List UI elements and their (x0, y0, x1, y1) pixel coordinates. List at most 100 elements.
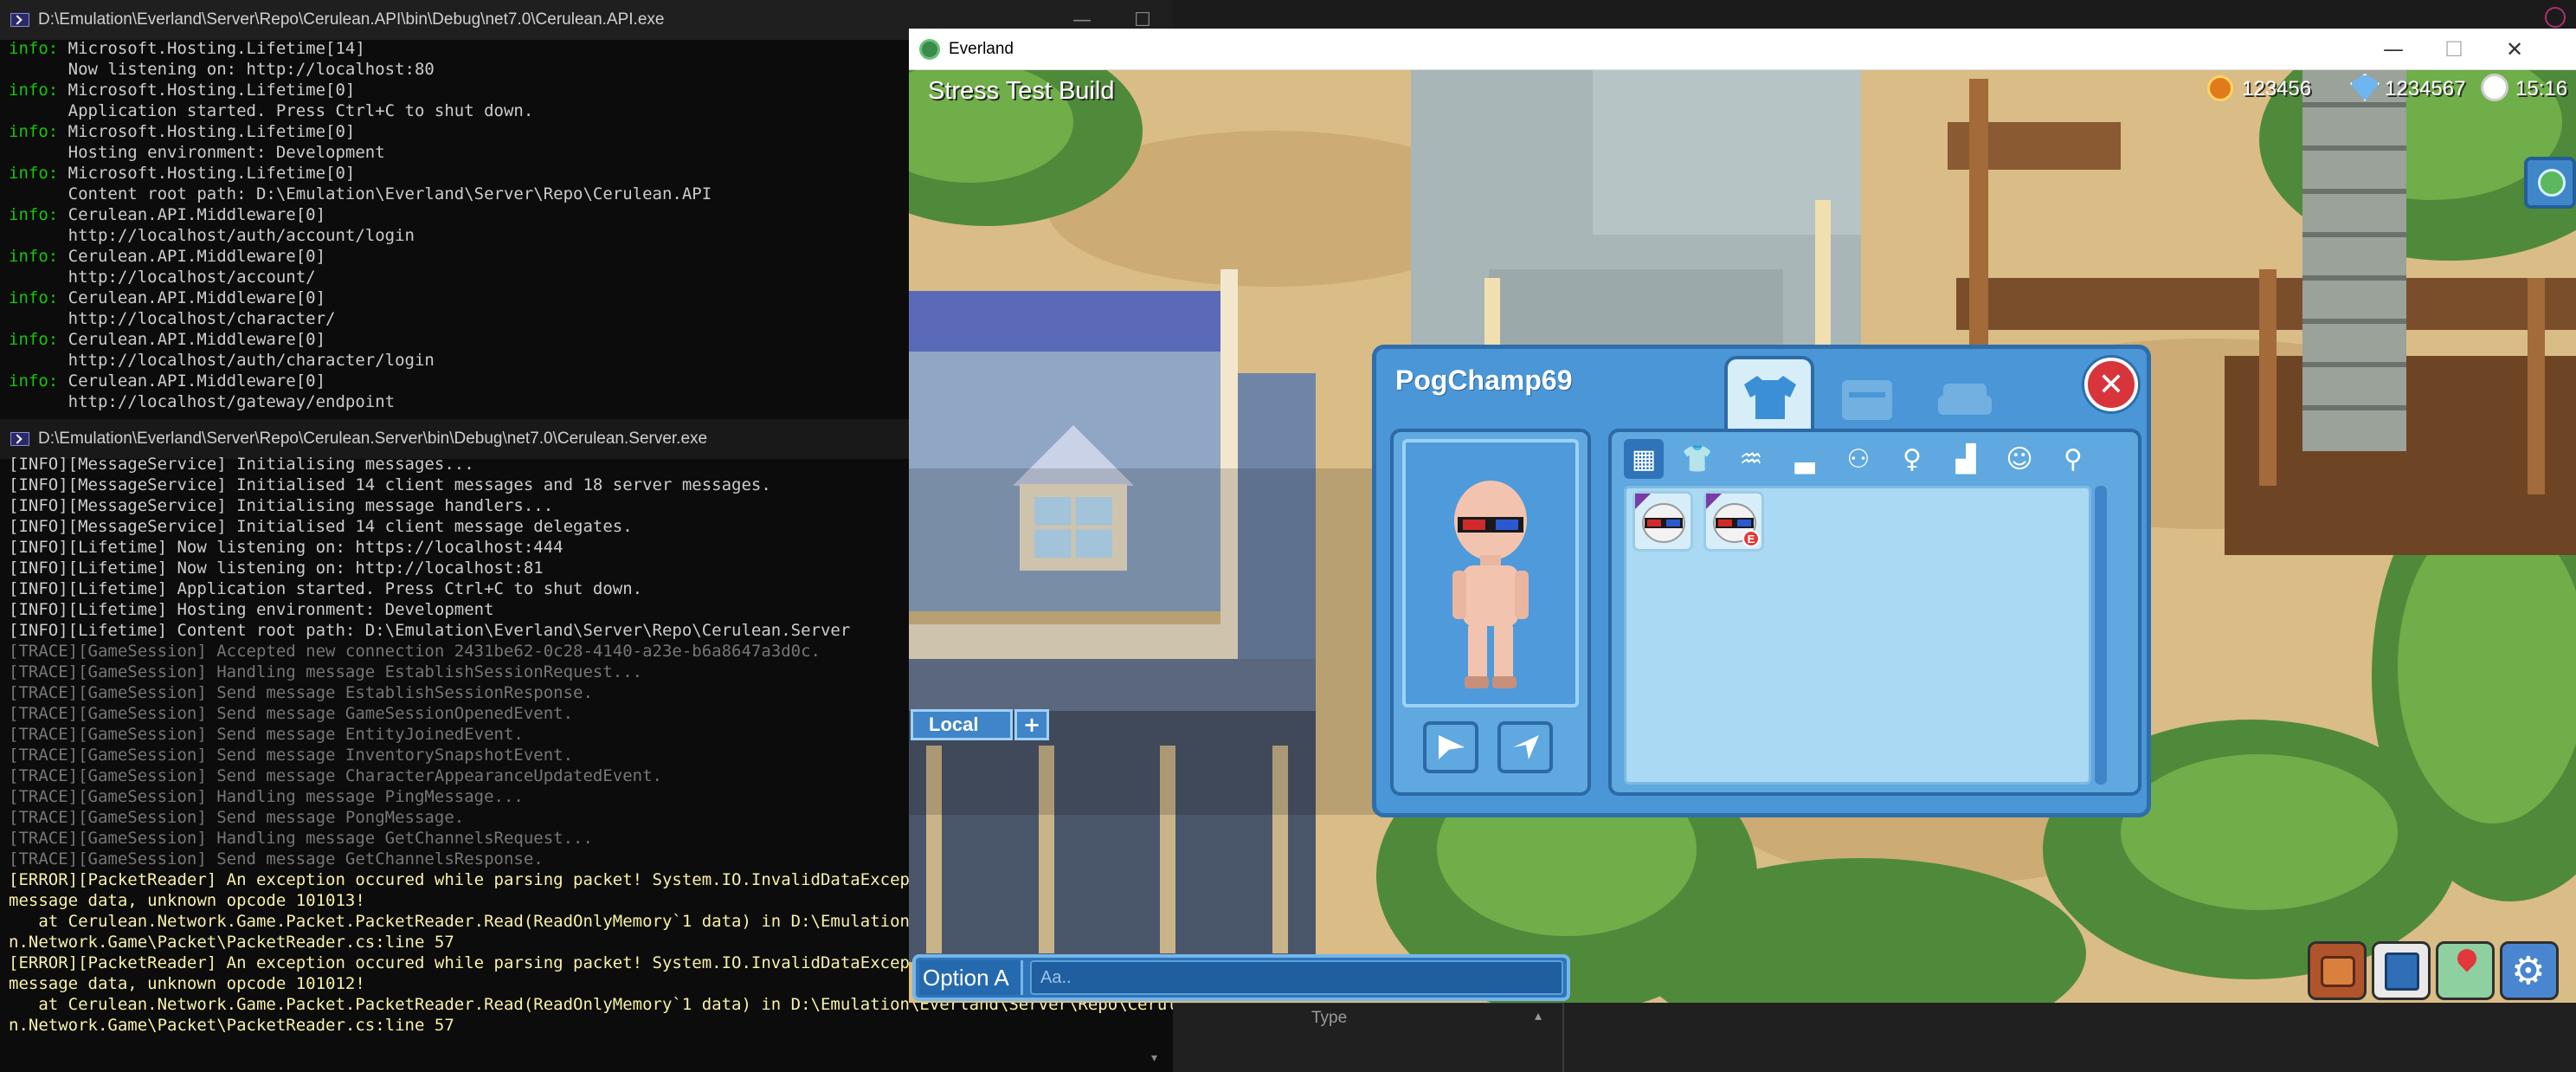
background-side-strip (1562, 1003, 2576, 1072)
item-list: E (1633, 491, 2083, 569)
close-icon: ✕ (2097, 366, 2125, 403)
game-window[interactable]: Everland — ☐ ✕ Stress Test Build 123456 … (909, 29, 2576, 1003)
game-titlebar[interactable]: Everland — ☐ ✕ (909, 29, 2576, 70)
log-text: Microsoft.Hosting.Lifetime[0] (58, 164, 356, 183)
add-chat-tab-button[interactable]: + (1014, 709, 1049, 740)
arrow-right-icon (1513, 735, 1539, 759)
console-line: http://localhost/character/ (9, 308, 712, 329)
sofa-icon (1938, 384, 1992, 415)
log-text: http://localhost/auth/character/login (9, 351, 435, 370)
face-icon[interactable]: ☺ (2000, 439, 2039, 479)
game-close-button[interactable]: ✕ (2484, 29, 2545, 70)
inventory-scrollbar[interactable] (2095, 486, 2107, 785)
time-display: 15:16 (2515, 77, 2568, 100)
build-label: Stress Test Build (928, 77, 1115, 105)
log-text: Cerulean.API.Middleware[0] (58, 247, 326, 266)
api-console-output: info: Microsoft.Hosting.Lifetime[14] Now… (9, 38, 712, 412)
log-text: Microsoft.Hosting.Lifetime[14] (58, 39, 365, 58)
game-window-title: Everland (949, 39, 1014, 58)
console-line: info: Cerulean.API.Middleware[0] (9, 246, 712, 267)
hat-icon[interactable]: ▟ (1946, 439, 1986, 479)
desktop-tray-icon[interactable] (2545, 7, 2566, 28)
console-line: Hosting environment: Development (9, 142, 712, 163)
log-text: Content root path: D:\Emulation\Everland… (9, 184, 712, 203)
log-text: http://localhost/gateway/endpoint (9, 392, 396, 411)
console-scroll-arrow[interactable]: ▾ (1151, 1051, 1157, 1065)
tab-clothing[interactable] (1724, 356, 1814, 436)
log-level-tag: info: (9, 288, 59, 307)
hair-icon[interactable]: ♀ (1892, 439, 1932, 479)
background-list-panel[interactable]: Type ▴ (1173, 1003, 1562, 1072)
world-map-button[interactable] (2524, 157, 2576, 209)
clock-icon (2481, 74, 2508, 101)
log-level-tag: info: (9, 39, 59, 58)
wardrobe-panel[interactable]: PogChamp69 ✕ ▦ 👕 ♒ ▃ ⚇ ♀ ▟ ☺ ⚲ E (1372, 345, 2151, 817)
console-line: http://localhost/gateway/endpoint (9, 391, 712, 412)
log-text: Cerulean.API.Middleware[0] (58, 371, 326, 391)
glasses-icon[interactable]: ⚇ (1839, 439, 1878, 479)
search-icon[interactable]: ⚲ (2053, 439, 2093, 479)
log-text: Cerulean.API.Middleware[0] (58, 330, 326, 349)
log-text: Cerulean.API.Middleware[0] (58, 288, 326, 307)
log-text: http://localhost/character/ (9, 309, 336, 328)
console-line: info: Microsoft.Hosting.Lifetime[0] (9, 80, 712, 100)
3d-glasses-icon (1642, 503, 1685, 543)
type-column-header[interactable]: Type (1311, 1009, 1347, 1028)
log-text: Microsoft.Hosting.Lifetime[0] (58, 81, 356, 100)
rotate-right-button[interactable] (1497, 721, 1553, 773)
chat-option-label: Option A (923, 964, 1009, 991)
chat-input-placeholder: Aa.. (1040, 967, 1072, 987)
console-line: Application started. Press Ctrl+C to shu… (9, 100, 712, 121)
console-line: http://localhost/auth/character/login (9, 350, 712, 371)
shirt-icon[interactable]: 👕 (1678, 439, 1717, 479)
chest-icon (1842, 380, 1892, 420)
console-icon (10, 13, 29, 27)
log-text: Now listening on: http://localhost:80 (9, 60, 435, 79)
log-level-tag: info: (9, 81, 59, 100)
chat-tab-local[interactable]: Local (911, 709, 1013, 740)
log-level-tag: info: (9, 205, 59, 224)
inventory-item[interactable]: E (1703, 491, 1764, 552)
inventory-button[interactable] (2308, 941, 2367, 1000)
game-maximize-button[interactable]: ☐ (2424, 29, 2484, 70)
console-line: info: Microsoft.Hosting.Lifetime[0] (9, 163, 712, 184)
settings-button[interactable]: ⚙ (2500, 941, 2559, 1000)
equipped-badge: E (1742, 530, 1760, 547)
chat-option-selector[interactable]: Option A (919, 960, 1023, 995)
log-level-tag: info: (9, 330, 59, 349)
log-text: http://localhost/auth/account/login (9, 226, 415, 245)
grid-icon[interactable]: ▦ (1624, 439, 1664, 479)
arrow-left-icon (1439, 735, 1465, 759)
globe-icon (2538, 169, 2566, 197)
gem-icon (2350, 74, 2380, 101)
map-button[interactable] (2436, 941, 2495, 1000)
log-level-tag: info: (9, 247, 59, 266)
tab-furniture[interactable] (1926, 365, 2004, 434)
console-line: info: Cerulean.API.Middleware[0] (9, 329, 712, 350)
chat-input[interactable]: Aa.. (1030, 960, 1563, 995)
shirt-icon (1744, 376, 1796, 419)
console-line: n.Network.Game\Packet\PacketReader.cs:li… (9, 1016, 454, 1035)
player-name: PogChamp69 (1395, 365, 1573, 396)
character-avatar (1452, 481, 1529, 688)
scroll-up-arrow[interactable]: ▴ (1535, 1007, 1542, 1024)
shoes-icon[interactable]: ▃ (1785, 439, 1825, 479)
game-scene[interactable]: Stress Test Build 123456 1234567 15:16 L… (909, 70, 2576, 1003)
console-line: info: Cerulean.API.Middleware[0] (9, 204, 712, 225)
console-line: Content root path: D:\Emulation\Everland… (9, 184, 712, 204)
tab-accessories[interactable] (1828, 365, 1906, 434)
console-line: http://localhost/auth/account/login (9, 225, 712, 246)
api-console-title: D:\Emulation\Everland\Server\Repo\Cerule… (38, 10, 665, 29)
backpack-icon (2321, 956, 2355, 987)
log-text: Microsoft.Hosting.Lifetime[0] (58, 122, 356, 141)
server-console-title: D:\Emulation\Everland\Server\Repo\Cerule… (38, 429, 708, 448)
console-line: Now listening on: http://localhost:80 (9, 59, 712, 80)
outfit-icon[interactable]: ♒ (1731, 439, 1771, 479)
inventory-item[interactable] (1633, 491, 1693, 552)
game-minimize-button[interactable]: — (2363, 29, 2424, 70)
avatar-preview[interactable] (1402, 439, 1579, 707)
gem-count: 1234567 (2385, 77, 2466, 100)
rotate-left-button[interactable] (1423, 721, 1478, 773)
profile-button[interactable] (2372, 941, 2431, 1000)
close-panel-button[interactable]: ✕ (2084, 358, 2138, 411)
